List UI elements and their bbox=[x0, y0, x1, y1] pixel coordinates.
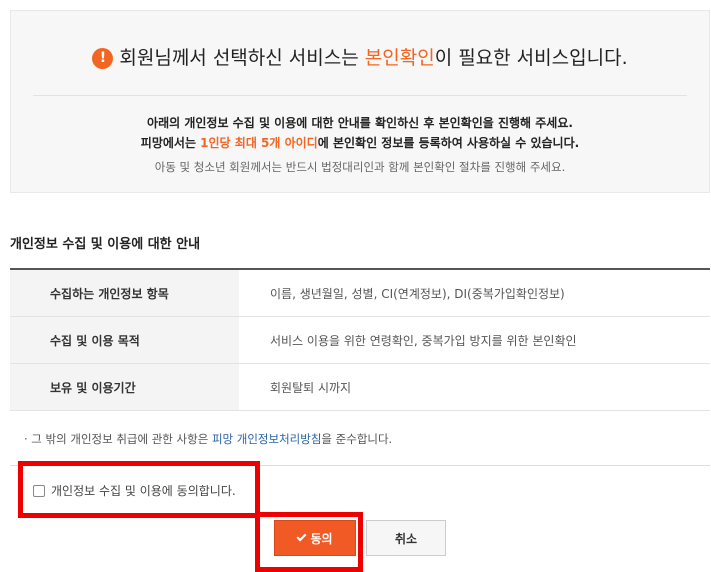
headline-text: 회원님께서 선택하신 서비스는 bbox=[119, 47, 365, 69]
table-row: 보유 및 이용기간 회원탈퇴 시까지 bbox=[10, 364, 710, 411]
headline-accent: 본인확인 bbox=[364, 47, 435, 69]
consent-checkbox[interactable] bbox=[33, 484, 45, 497]
table-row-label: 수집하는 개인정보 항목 bbox=[10, 270, 239, 316]
notice-line-2: 피망에서는 1인당 최대 5개 아이디에 본인확인 정보를 등록하여 사용하실 … bbox=[11, 134, 709, 151]
table-row: 수집하는 개인정보 항목 이름, 생년월일, 성별, CI(연계정보), DI(… bbox=[10, 270, 710, 317]
alert-icon: ! bbox=[92, 48, 114, 69]
table-row-label: 수집 및 이용 목적 bbox=[10, 317, 239, 363]
footnote: · 그 밖의 개인정보 취급에 관한 사항은 피망 개인정보처리방침을 준수합니… bbox=[24, 431, 392, 447]
footnote-text-end: 을 준수합니다. bbox=[321, 432, 393, 446]
cancel-button[interactable]: 취소 bbox=[366, 520, 446, 556]
notice-line-2-accent: 1인당 최대 5개 아이디 bbox=[200, 136, 318, 150]
bottom-divider bbox=[10, 465, 710, 466]
agree-button-label: 동의 bbox=[310, 531, 333, 546]
consent-checkbox-row[interactable]: 개인정보 수집 및 이용에 동의합니다. bbox=[33, 482, 236, 499]
notice-line-2-start: 피망에서는 bbox=[140, 136, 201, 150]
notice-headline: ! 회원님께서 선택하신 서비스는 본인확인이 필요한 서비스입니다. bbox=[11, 43, 709, 70]
privacy-info-table: 수집하는 개인정보 항목 이름, 생년월일, 성별, CI(연계정보), DI(… bbox=[10, 268, 710, 411]
privacy-policy-link[interactable]: 피망 개인정보처리방침 bbox=[212, 432, 321, 446]
notice-divider bbox=[33, 95, 687, 96]
table-row-value: 이름, 생년월일, 성별, CI(연계정보), DI(중복가입확인정보) bbox=[270, 286, 565, 301]
agree-button[interactable]: 동의 bbox=[274, 520, 356, 556]
table-row-label: 보유 및 이용기간 bbox=[10, 364, 239, 410]
notice-box: ! 회원님께서 선택하신 서비스는 본인확인이 필요한 서비스입니다. 아래의 개… bbox=[10, 10, 710, 193]
notice-line-2-end: 에 본인확인 정보를 등록하여 사용하실 수 있습니다. bbox=[317, 136, 580, 150]
footnote-text: · 그 밖의 개인정보 취급에 관한 사항은 bbox=[24, 432, 212, 446]
notice-line-1: 아래의 개인정보 수집 및 이용에 대한 안내를 확인하신 후 본인확인을 진행… bbox=[147, 116, 573, 130]
notice-line-3: 아동 및 청소년 회원께서는 반드시 법정대리인과 함께 본인확인 절차를 진행… bbox=[154, 160, 566, 174]
section-title: 개인정보 수집 및 이용에 대한 안내 bbox=[10, 237, 201, 252]
table-row-value: 회원탈퇴 시까지 bbox=[270, 380, 352, 395]
check-icon bbox=[297, 531, 307, 542]
headline-text-end: 이 필요한 서비스입니다. bbox=[434, 47, 628, 69]
cancel-button-label: 취소 bbox=[394, 531, 418, 546]
table-row-value: 서비스 이용을 위한 연령확인, 중복가입 방지를 위한 본인확인 bbox=[270, 333, 577, 348]
consent-label[interactable]: 개인정보 수집 및 이용에 동의합니다. bbox=[51, 482, 236, 499]
table-row: 수집 및 이용 목적 서비스 이용을 위한 연령확인, 중복가입 방지를 위한 … bbox=[10, 317, 710, 364]
